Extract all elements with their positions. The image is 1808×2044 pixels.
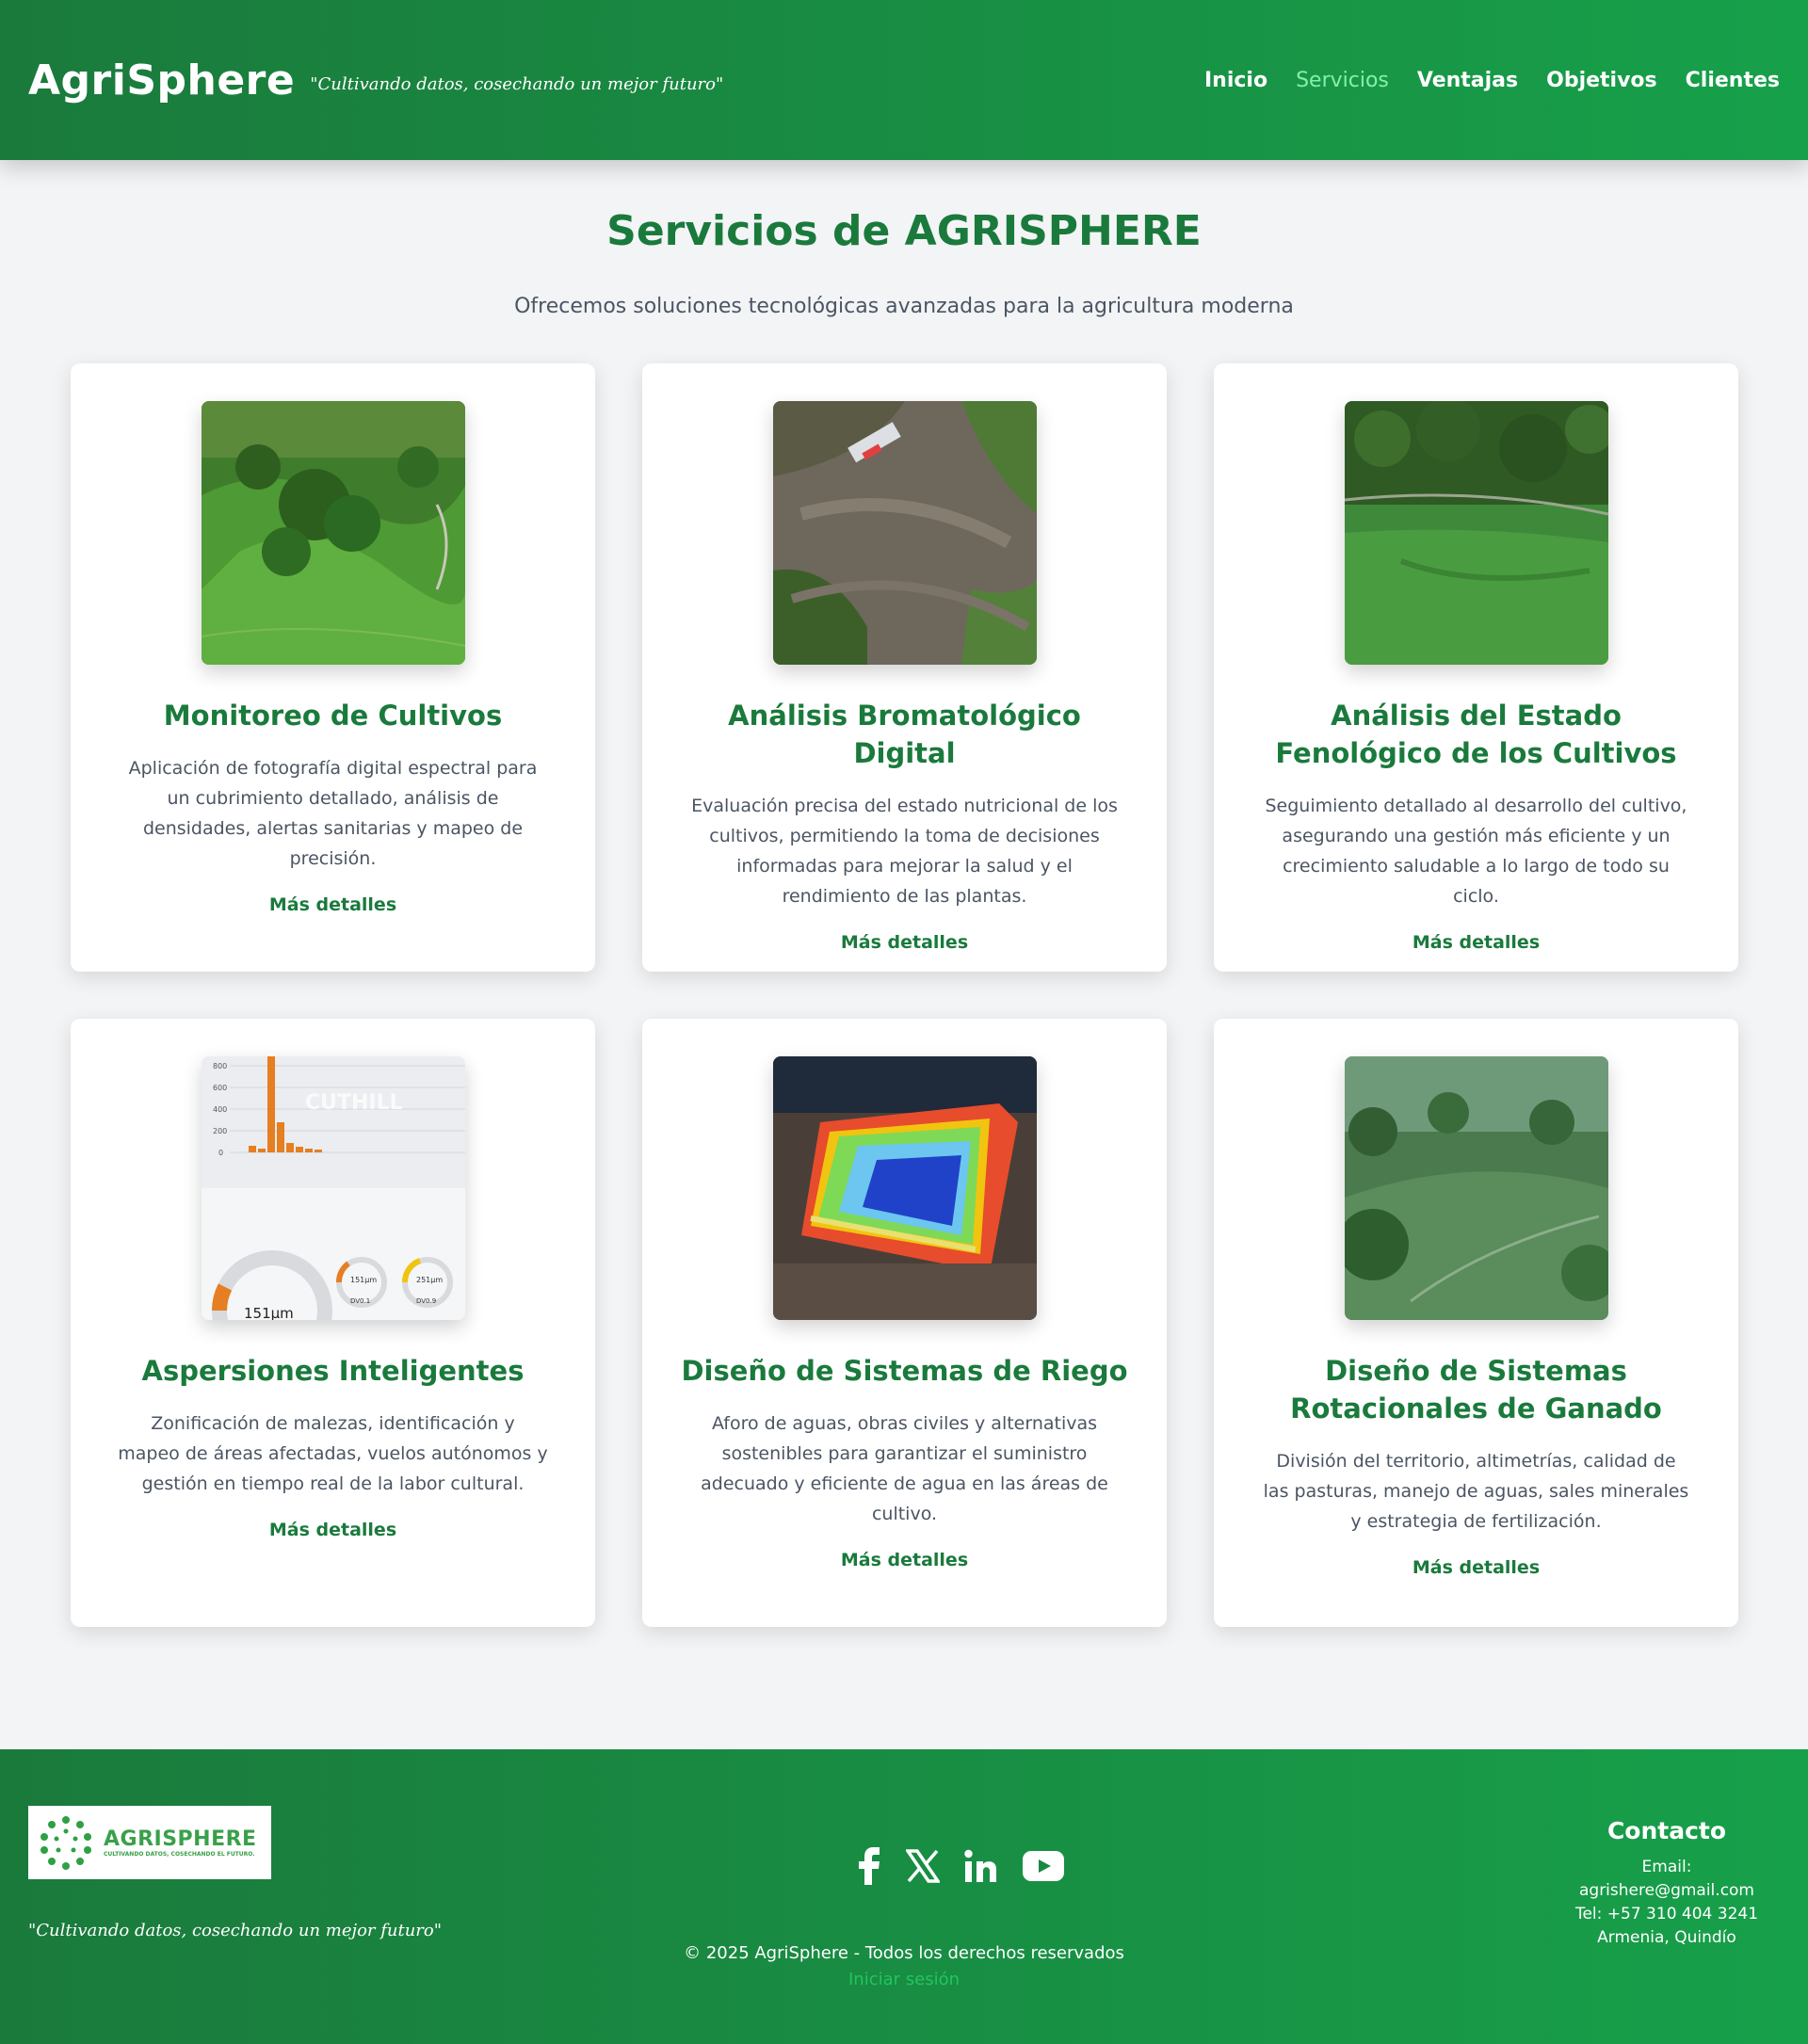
login-link[interactable]: Iniciar sesión <box>0 1970 1808 1989</box>
logo-wordmark: AGRISPHERE <box>104 1827 257 1851</box>
service-card: Diseño de Sistemas de Riego Aforo de agu… <box>642 1019 1167 1627</box>
card-description: Seguimiento detallado al desarrollo del … <box>1265 796 1687 907</box>
y-tick: 0 <box>218 1149 223 1157</box>
card-title: Diseño de Sistemas de Riego <box>681 1355 1128 1387</box>
brand: AgriSphere "Cultivando datos, cosechando… <box>28 56 723 105</box>
card-description: Aplicación de fotografía digital espectr… <box>128 758 538 869</box>
page-subtitle: Ofrecemos soluciones tecnológicas avanza… <box>514 295 1294 318</box>
main-nav: Inicio Servicios Ventajas Objetivos Clie… <box>1204 69 1780 92</box>
social-links <box>859 1847 1064 1885</box>
gauge-a-label: DV0.1 <box>350 1297 370 1305</box>
nav-ventajas[interactable]: Ventajas <box>1417 69 1518 92</box>
y-tick: 200 <box>213 1127 227 1135</box>
more-details-link[interactable]: Más detalles <box>841 932 968 953</box>
nav-inicio[interactable]: Inicio <box>1204 69 1267 92</box>
page-title: Servicios de AGRISPHERE <box>606 207 1202 255</box>
y-tick: 600 <box>213 1084 227 1092</box>
card-title: Análisis del Estado Fenológico de los Cu… <box>1275 700 1677 769</box>
card-description: Aforo de aguas, obras civiles y alternat… <box>701 1413 1108 1524</box>
footer-tagline: "Cultivando datos, cosechando un mejor f… <box>28 1921 443 1940</box>
service-card: Monitoreo de Cultivos Aplicación de foto… <box>71 363 595 972</box>
service-card: Análisis del Estado Fenológico de los Cu… <box>1214 363 1738 972</box>
services-grid: Monitoreo de Cultivos Aplicación de foto… <box>0 363 1808 1627</box>
y-tick: 400 <box>213 1105 227 1114</box>
irrigation-heatmap-image <box>772 1056 1037 1320</box>
brand-name[interactable]: AgriSphere <box>28 56 295 105</box>
brand-tagline: "Cultivando datos, cosechando un mejor f… <box>310 73 724 94</box>
footer-logo[interactable]: AGRISPHERE CULTIVANDO DATOS, COSECHANDO … <box>28 1806 271 1879</box>
card-title: Monitoreo de Cultivos <box>163 700 503 732</box>
card-description: Evaluación precisa del estado nutriciona… <box>691 796 1118 907</box>
nav-clientes[interactable]: Clientes <box>1686 69 1780 92</box>
nav-objetivos[interactable]: Objetivos <box>1546 69 1657 92</box>
aerial-green-hills-image <box>201 401 465 665</box>
linkedin-icon[interactable] <box>964 1849 998 1883</box>
more-details-link[interactable]: Más detalles <box>1412 1557 1540 1578</box>
more-details-link[interactable]: Más detalles <box>841 1550 968 1570</box>
contact-block: Contacto Email: agrishere@gmail.com Tel:… <box>1554 1817 1780 1950</box>
x-icon[interactable] <box>906 1849 940 1883</box>
contact-email[interactable]: Email: agrishere@gmail.com <box>1554 1856 1780 1903</box>
pasture-valley-image <box>1344 1056 1608 1320</box>
contact-phone[interactable]: Tel: +57 310 404 3241 <box>1554 1903 1780 1926</box>
aerial-bare-field-image <box>772 401 1037 665</box>
aerial-crop-field-image <box>1344 401 1608 665</box>
more-details-link[interactable]: Más detalles <box>269 894 396 915</box>
card-title: Análisis Bromatológico Digital <box>728 700 1081 769</box>
service-card: 800 600 400 200 0 CUTHILL 151µm 151µm DV… <box>71 1019 595 1627</box>
contact-title: Contacto <box>1606 1817 1727 1844</box>
card-title: Aspersiones Inteligentes <box>141 1355 525 1387</box>
y-tick: 800 <box>213 1062 227 1070</box>
contact-city: Armenia, Quindío <box>1597 1928 1736 1947</box>
card-description: División del territorio, altimetrías, ca… <box>1263 1451 1689 1532</box>
droplet-histogram-image: 800 600 400 200 0 CUTHILL 151µm 151µm DV… <box>201 1056 465 1320</box>
card-title: Diseño de Sistemas Rotacionales de Ganad… <box>1290 1355 1662 1424</box>
site-footer: AGRISPHERE CULTIVANDO DATOS, COSECHANDO … <box>0 1749 1808 2044</box>
services-section: Servicios de AGRISPHERE Ofrecemos soluci… <box>0 160 1808 1627</box>
gauge-b-value: 251µm <box>416 1276 443 1284</box>
logo-subtitle: CULTIVANDO DATOS, COSECHANDO EL FUTURO. <box>104 1851 255 1858</box>
youtube-icon[interactable] <box>1023 1851 1064 1881</box>
copyright-text: © 2025 AgriSphere - Todos los derechos r… <box>684 1943 1124 1963</box>
logo-icon <box>40 1816 91 1870</box>
gauge-main-value: 151µm <box>244 1305 294 1320</box>
card-description: Zonificación de malezas, identificación … <box>118 1413 548 1494</box>
nav-servicios[interactable]: Servicios <box>1296 69 1389 92</box>
watermark: CUTHILL <box>305 1091 403 1115</box>
more-details-link[interactable]: Más detalles <box>1412 932 1540 953</box>
service-card: Análisis Bromatológico Digital Evaluació… <box>642 363 1167 972</box>
site-header: AgriSphere "Cultivando datos, cosechando… <box>0 0 1808 160</box>
gauge-b-label: DV0.9 <box>416 1297 436 1305</box>
facebook-icon[interactable] <box>859 1847 881 1885</box>
service-card: Diseño de Sistemas Rotacionales de Ganad… <box>1214 1019 1738 1627</box>
gauge-a-value: 151µm <box>350 1276 377 1284</box>
more-details-link[interactable]: Más detalles <box>269 1520 396 1540</box>
